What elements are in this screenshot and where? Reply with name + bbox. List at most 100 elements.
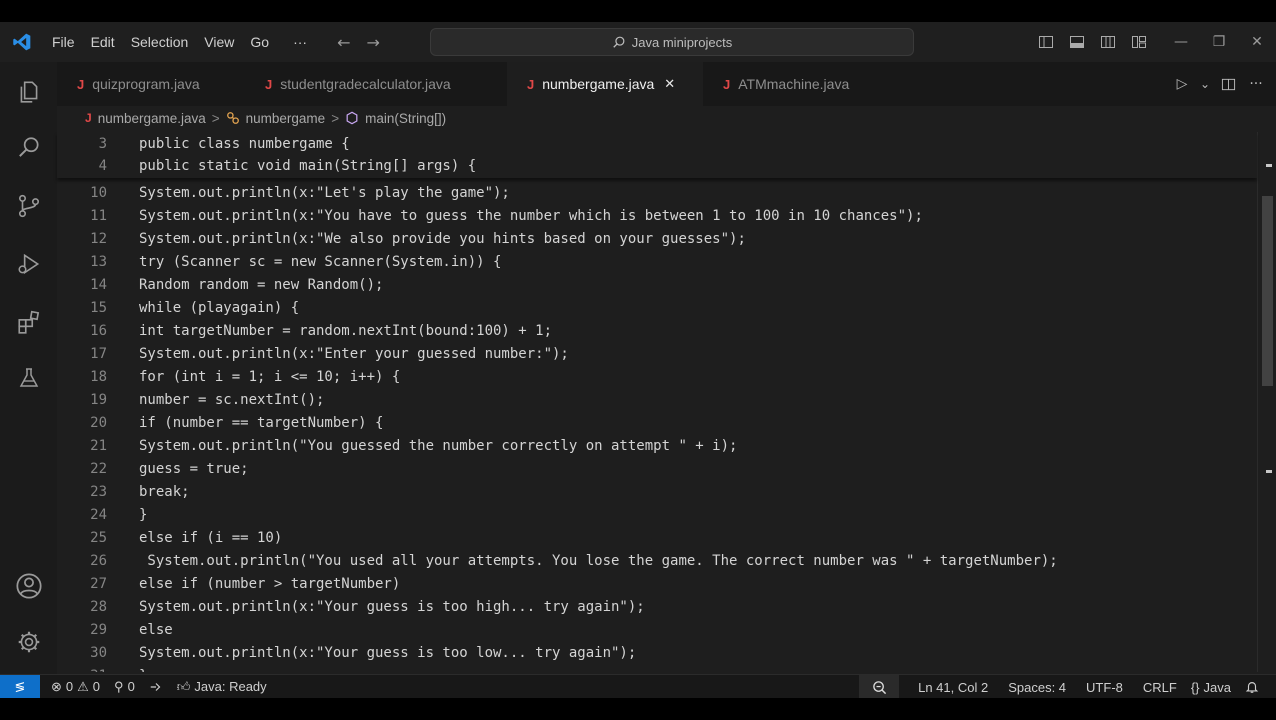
- menu-more[interactable]: ···: [285, 22, 315, 62]
- search-icon[interactable]: [0, 126, 57, 170]
- zoom-search-icon[interactable]: [859, 675, 900, 699]
- code-line[interactable]: 30 System.out.println(x:"Your guess is to…: [57, 642, 636, 664]
- vertical-scrollbar[interactable]: [1257, 132, 1276, 672]
- editor-actions: ▷ ⌄ ···: [1168, 62, 1276, 106]
- manage-gear-icon[interactable]: [0, 620, 57, 664]
- scrollbar-thumb[interactable]: [1262, 196, 1273, 386]
- code-line[interactable]: 22 guess = true;: [57, 458, 248, 480]
- breadcrumb-class[interactable]: numbergame: [246, 111, 326, 126]
- java-file-icon: J: [723, 76, 731, 92]
- code-text: number = sc.nextInt();: [139, 392, 325, 408]
- extensions-icon[interactable]: [0, 300, 57, 344]
- restore-button[interactable]: ❐: [1200, 22, 1238, 62]
- code-text: try (Scanner sc = new Scanner(System.in)…: [139, 254, 502, 270]
- encoding[interactable]: UTF-8: [1079, 675, 1130, 699]
- code-line[interactable]: 29 else: [57, 619, 173, 641]
- code-text: Random random = new Random();: [139, 277, 384, 293]
- code-line[interactable]: 10 System.out.println(x:"Let's play the g…: [57, 182, 510, 204]
- scrollbar-marker: [1266, 164, 1272, 167]
- explorer-icon[interactable]: [0, 70, 57, 114]
- line-number: 18: [90, 369, 107, 385]
- back-arrow-icon[interactable]: ←: [329, 33, 358, 52]
- language-mode[interactable]: {} Java: [1184, 675, 1238, 699]
- menu-edit[interactable]: Edit: [83, 22, 123, 62]
- breadcrumb-separator: >: [331, 110, 340, 126]
- code-line[interactable]: 14 Random random = new Random();: [57, 274, 383, 296]
- code-line[interactable]: 4 public static void main(String[] args)…: [57, 155, 477, 177]
- problems-status[interactable]: ⊗ 0 ⚠ 0: [44, 675, 107, 699]
- code-line[interactable]: 3 public class numbergame {: [57, 133, 350, 155]
- indentation[interactable]: Spaces: 4: [1001, 675, 1073, 699]
- code-line[interactable]: 31}: [57, 665, 147, 672]
- notifications-bell-icon[interactable]: [1238, 675, 1266, 699]
- run-debug-icon[interactable]: [0, 242, 57, 286]
- java-projects-icon[interactable]: [142, 675, 170, 699]
- code-line[interactable]: 16 int targetNumber = random.nextInt(boun…: [57, 320, 552, 342]
- source-control-icon[interactable]: [0, 184, 57, 228]
- code-line[interactable]: 17 System.out.println(x:"Enter your guess…: [57, 343, 569, 365]
- code-line[interactable]: 24}: [57, 504, 147, 526]
- code-text: for (int i = 1; i <= 10; i++) {: [139, 369, 401, 385]
- code-text: if (number == targetNumber) {: [139, 415, 384, 431]
- minimize-button[interactable]: —: [1162, 22, 1200, 62]
- line-number: 11: [90, 208, 107, 224]
- end-of-line[interactable]: CRLF: [1136, 675, 1184, 699]
- code-text: System.out.println(x:"Your guess is too …: [139, 645, 637, 661]
- tab-bar: J quizprogram.java J studentgradecalcula…: [57, 62, 1276, 106]
- toggle-secondary-sidebar-icon[interactable]: [1092, 22, 1123, 62]
- more-actions-icon[interactable]: ···: [1242, 62, 1270, 106]
- breadcrumb-method[interactable]: main(String[]): [365, 111, 446, 126]
- tab-quizprogram[interactable]: J quizprogram.java: [57, 62, 245, 106]
- run-menu-chevron-down-icon[interactable]: ⌄: [1196, 62, 1214, 106]
- tab-label: ATMmachine.java: [738, 76, 850, 92]
- toggle-primary-sidebar-icon[interactable]: [1030, 22, 1061, 62]
- scrollbar-marker: [1266, 470, 1272, 473]
- line-number: 25: [90, 530, 107, 546]
- code-line[interactable]: 25 else if (i == 10): [57, 527, 282, 549]
- code-line[interactable]: 26 System.out.println("You used all your…: [57, 550, 1058, 572]
- java-status[interactable]: 👍︎ Java: Ready: [170, 675, 274, 699]
- tab-studentgradecalculator[interactable]: J studentgradecalculator.java: [245, 62, 507, 106]
- menu-bar: File Edit Selection View Go ··· ← →: [44, 22, 388, 62]
- tab-numbergame[interactable]: J numbergame.java ✕: [507, 62, 703, 106]
- testing-flask-icon[interactable]: [0, 356, 57, 400]
- code-line[interactable]: 27 else if (number > targetNumber): [57, 573, 400, 595]
- code-line[interactable]: 15 while (playagain) {: [57, 297, 299, 319]
- code-line[interactable]: 12 System.out.println(x:"We also provide …: [57, 228, 746, 250]
- run-java-icon[interactable]: ▷: [1168, 62, 1196, 106]
- java-status-text: Java: Ready: [194, 679, 267, 694]
- menu-selection[interactable]: Selection: [123, 22, 197, 62]
- code-line[interactable]: 19 number = sc.nextInt();: [57, 389, 324, 411]
- menu-view[interactable]: View: [196, 22, 242, 62]
- line-number: 3: [98, 136, 107, 152]
- tab-atmmachine[interactable]: J ATMmachine.java: [703, 62, 883, 106]
- code-text: System.out.println("You guessed the numb…: [139, 438, 738, 454]
- command-center-search[interactable]: Java miniprojects: [430, 28, 914, 56]
- status-bar: ≶ ⊗ 0 ⚠ 0 ⚲ 0 👍︎ Java: Ready Ln 41, Col …: [0, 674, 1276, 699]
- close-window-button[interactable]: ✕: [1238, 22, 1276, 62]
- code-line[interactable]: 20 if (number == targetNumber) {: [57, 412, 383, 434]
- code-line[interactable]: 13 try (Scanner sc = new Scanner(System.i…: [57, 251, 501, 273]
- remote-window-button[interactable]: ≶: [0, 674, 40, 699]
- split-editor-icon[interactable]: [1214, 62, 1242, 106]
- code-text: System.out.println("You used all your at…: [139, 553, 1058, 569]
- toggle-panel-icon[interactable]: [1061, 22, 1092, 62]
- code-line[interactable]: 11 System.out.println(x:"You have to gues…: [57, 205, 923, 227]
- code-line[interactable]: 21 System.out.println("You guessed the nu…: [57, 435, 737, 457]
- code-text: guess = true;: [139, 461, 249, 477]
- forward-arrow-icon[interactable]: →: [358, 33, 387, 52]
- cursor-position[interactable]: Ln 41, Col 2: [911, 675, 995, 699]
- code-line[interactable]: 18 for (int i = 1; i <= 10; i++) {: [57, 366, 400, 388]
- language-label: Java: [1203, 679, 1231, 695]
- menu-go[interactable]: Go: [242, 22, 277, 62]
- code-text: System.out.println(x:"Enter your guessed…: [139, 346, 569, 362]
- tab-close-icon[interactable]: ✕: [664, 76, 675, 92]
- ports-status[interactable]: ⚲ 0: [107, 675, 142, 699]
- menu-file[interactable]: File: [44, 22, 83, 62]
- accounts-icon[interactable]: [0, 564, 57, 608]
- customize-layout-icon[interactable]: [1123, 22, 1154, 62]
- code-editor[interactable]: 10 System.out.println(x:"Let's play the g…: [57, 182, 1257, 672]
- code-line[interactable]: 23 break;: [57, 481, 189, 503]
- code-line[interactable]: 28 System.out.println(x:"Your guess is to…: [57, 596, 645, 618]
- breadcrumb-file[interactable]: numbergame.java: [98, 111, 206, 126]
